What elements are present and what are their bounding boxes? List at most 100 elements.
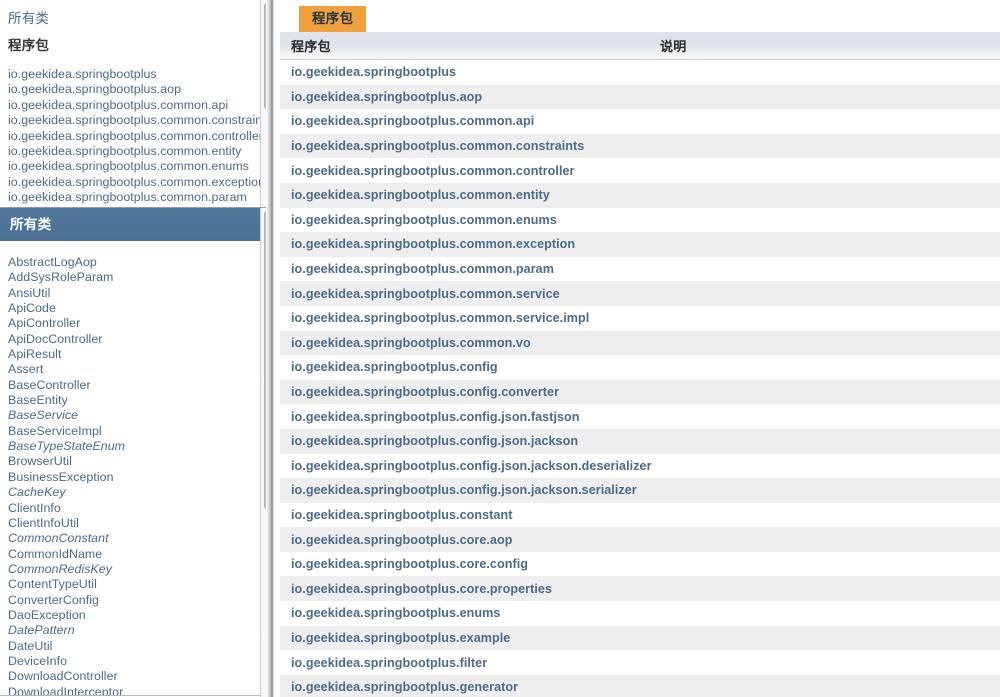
class-link[interactable]: DateUtil: [8, 639, 267, 654]
package-row-link[interactable]: io.geekidea.springbootplus.constant: [291, 508, 512, 522]
table-row: io.geekidea.springbootplus.core.aop: [280, 527, 1000, 552]
table-row: io.geekidea.springbootplus.config.json.j…: [280, 478, 1000, 503]
package-row-link[interactable]: io.geekidea.springbootplus.config.json.j…: [291, 459, 652, 473]
class-link[interactable]: AnsiUtil: [8, 286, 267, 301]
class-link[interactable]: AbstractLogAop: [8, 255, 267, 270]
table-cell-package: io.geekidea.springbootplus.common.contro…: [280, 158, 648, 183]
package-row-link[interactable]: io.geekidea.springbootplus.config.json.j…: [291, 434, 578, 448]
class-link[interactable]: CacheKey: [8, 485, 267, 500]
package-row-link[interactable]: io.geekidea.springbootplus.aop: [291, 90, 482, 104]
class-link[interactable]: BrowserUtil: [8, 454, 267, 469]
class-link[interactable]: ClientInfoUtil: [8, 516, 267, 531]
package-row-link[interactable]: io.geekidea.springbootplus.core.aop: [291, 533, 512, 547]
package-row-link[interactable]: io.geekidea.springbootplus.common.contro…: [291, 164, 575, 178]
class-link[interactable]: BaseEntity: [8, 393, 267, 408]
column-header-description[interactable]: 说明: [648, 32, 1000, 60]
class-link[interactable]: BaseController: [8, 378, 267, 393]
table-cell-package: io.geekidea.springbootplus.core.properti…: [280, 576, 648, 602]
class-link[interactable]: CommonConstant: [8, 531, 267, 546]
package-row-link[interactable]: io.geekidea.springbootplus.common.enums: [291, 213, 557, 227]
table-cell-description: [648, 232, 1000, 257]
class-link[interactable]: DatePattern: [8, 623, 267, 638]
package-row-link[interactable]: io.geekidea.springbootplus.filter: [291, 656, 487, 670]
class-link[interactable]: CommonRedisKey: [8, 562, 267, 577]
table-row: io.geekidea.springbootplus.example: [280, 625, 1000, 651]
frame-divider[interactable]: [266, 0, 275, 697]
all-classes-header: 所有类: [0, 208, 267, 241]
class-link-item: BaseEntity: [8, 393, 267, 408]
package-row-link[interactable]: io.geekidea.springbootplus.common.constr…: [291, 139, 584, 153]
table-cell-description: [648, 478, 1000, 503]
package-row-link[interactable]: io.geekidea.springbootplus.common.except…: [291, 237, 575, 251]
package-link[interactable]: io.geekidea.springbootplus.common.param: [8, 190, 258, 205]
table-cell-package: io.geekidea.springbootplus.core.aop: [280, 527, 648, 552]
class-link[interactable]: ClientInfo: [8, 501, 267, 516]
package-row-link[interactable]: io.geekidea.springbootplus.config.json.f…: [291, 410, 580, 424]
package-row-link[interactable]: io.geekidea.springbootplus.common.vo: [291, 336, 531, 350]
package-row-link[interactable]: io.geekidea.springbootplus.core.properti…: [291, 582, 552, 596]
class-link[interactable]: BaseTypeStateEnum: [8, 439, 267, 454]
package-link[interactable]: io.geekidea.springbootplus.aop: [8, 82, 258, 97]
class-link[interactable]: ApiResult: [8, 347, 267, 362]
class-link[interactable]: DeviceInfo: [8, 654, 267, 669]
table-cell-package: io.geekidea.springbootplus.config.json.j…: [280, 428, 648, 454]
table-cell-description: [648, 428, 1000, 454]
package-link[interactable]: io.geekidea.springbootplus.common.constr…: [8, 113, 272, 128]
class-link-item: ApiCode: [8, 301, 267, 316]
table-cell-package: io.geekidea.springbootplus.filter: [280, 650, 648, 675]
class-link-item: BusinessException: [8, 470, 267, 485]
table-cell-description: [648, 379, 1000, 405]
package-row-link[interactable]: io.geekidea.springbootplus.common.param: [291, 262, 554, 276]
class-link[interactable]: DownloadInterceptor: [8, 685, 267, 695]
package-row-link[interactable]: io.geekidea.springbootplus.common.servic…: [291, 311, 589, 325]
package-row-link[interactable]: io.geekidea.springbootplus.example: [291, 631, 510, 645]
package-row-link[interactable]: io.geekidea.springbootplus.core.config: [291, 557, 528, 571]
class-link[interactable]: DownloadController: [8, 669, 267, 684]
package-link[interactable]: io.geekidea.springbootplus.common.except…: [8, 175, 265, 190]
class-link[interactable]: ConverterConfig: [8, 593, 267, 608]
package-link[interactable]: io.geekidea.springbootplus.common.api: [8, 98, 258, 113]
all-classes-frame: 所有类 AbstractLogAop AddSysRoleParam AnsiUti…: [0, 208, 275, 697]
class-link[interactable]: ContentTypeUtil: [8, 577, 267, 592]
package-row-link[interactable]: io.geekidea.springbootplus.config.conver…: [291, 385, 559, 399]
tab-packages[interactable]: 程序包: [299, 6, 367, 32]
table-cell-package: io.geekidea.springbootplus: [280, 59, 648, 85]
package-link[interactable]: io.geekidea.springbootplus: [8, 67, 258, 82]
package-row-link[interactable]: io.geekidea.springbootplus.common.servic…: [291, 287, 560, 301]
class-link[interactable]: BusinessException: [8, 470, 267, 485]
package-row-link[interactable]: io.geekidea.springbootplus.config.json.j…: [291, 483, 637, 497]
table-cell-package: io.geekidea.springbootplus.config.conver…: [280, 379, 648, 405]
class-link[interactable]: BaseService: [8, 408, 267, 423]
package-list-frame: 所有类 程序包 io.geekidea.springbootplus io.gee…: [0, 0, 275, 208]
package-link[interactable]: io.geekidea.springbootplus.common.entity: [8, 144, 258, 159]
package-row-link[interactable]: io.geekidea.springbootplus.common.api: [291, 114, 534, 128]
package-row-link[interactable]: io.geekidea.springbootplus: [291, 65, 456, 79]
class-link[interactable]: BaseServiceImpl: [8, 424, 267, 439]
class-link[interactable]: Assert: [8, 362, 267, 377]
class-link[interactable]: AddSysRoleParam: [8, 270, 267, 285]
class-link[interactable]: CommonIdName: [8, 547, 267, 562]
package-row-link[interactable]: io.geekidea.springbootplus.common.entity: [291, 188, 550, 202]
class-link[interactable]: ApiController: [8, 316, 267, 331]
class-link-item: BaseController: [8, 378, 267, 393]
table-cell-description: [648, 133, 1000, 159]
table-cell-description: [648, 330, 1000, 356]
package-row-link[interactable]: io.geekidea.springbootplus.enums: [291, 606, 500, 620]
package-row-link[interactable]: io.geekidea.springbootplus.generator: [291, 680, 518, 694]
package-link[interactable]: io.geekidea.springbootplus.common.enums: [8, 159, 258, 174]
class-link-item: BaseServiceImpl: [8, 424, 267, 439]
class-link-item: CommonRedisKey: [8, 562, 267, 577]
column-header-package[interactable]: 程序包: [280, 32, 648, 60]
class-link[interactable]: ApiCode: [8, 301, 267, 316]
package-link[interactable]: io.geekidea.springbootplus.common.contro…: [8, 129, 263, 144]
table-row: io.geekidea.springbootplus.common.enums: [280, 207, 1000, 233]
all-classes-link[interactable]: 所有类: [8, 11, 258, 27]
table-row: io.geekidea.springbootplus.core.properti…: [280, 576, 1000, 602]
package-link-item: io.geekidea.springbootplus.common.constr…: [8, 113, 272, 128]
class-link[interactable]: DaoException: [8, 608, 267, 623]
table-cell-package: io.geekidea.springbootplus.constant: [280, 502, 648, 528]
table-cell-package: io.geekidea.springbootplus.common.except…: [280, 232, 648, 257]
class-link-item: CommonIdName: [8, 547, 267, 562]
package-row-link[interactable]: io.geekidea.springbootplus.config: [291, 360, 498, 374]
class-link[interactable]: ApiDocController: [8, 332, 267, 347]
